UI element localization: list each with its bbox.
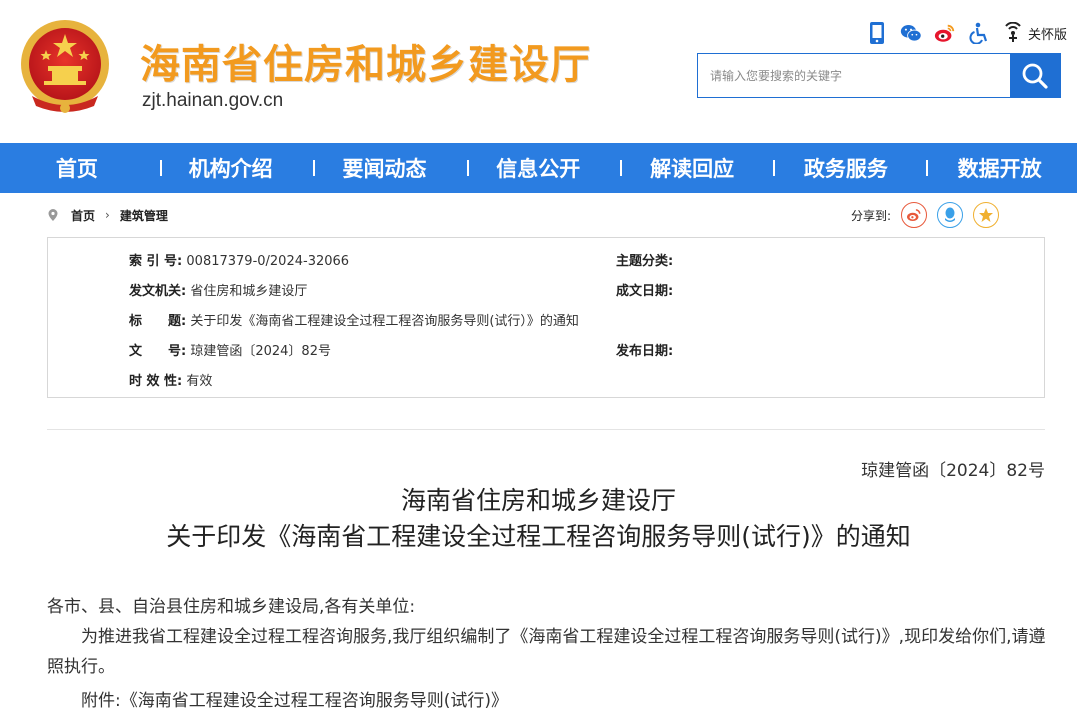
meta-publish-label: 发布日期:	[616, 344, 674, 359]
nav-divider	[620, 160, 622, 176]
accessibility-icon[interactable]	[968, 21, 990, 45]
document-paragraph: 为推进我省工程建设全过程工程咨询服务,我厅组织编制了《海南省工程建设全过程工程咨…	[47, 627, 1046, 677]
meta-docno-value: 琼建管函〔2024〕82号	[190, 344, 331, 359]
breadcrumb-current[interactable]: 建筑管理	[120, 207, 168, 224]
meta-title: 标 题: 关于印发《海南省工程建设全过程工程咨询服务导则(试行）》的通知	[129, 310, 579, 330]
document-attachment-link[interactable]: 附件:《海南省工程建设全过程工程咨询服务导则(试行)》	[47, 686, 1047, 716]
share-weibo-button[interactable]	[901, 202, 928, 228]
meta-validity: 时 效 性: 有效	[129, 370, 212, 390]
meta-index-value: 00817379-0/2024-32066	[186, 254, 350, 269]
breadcrumb: 首页 › 建筑管理	[47, 205, 168, 225]
nav-item-about[interactable]: 机构介绍	[154, 153, 308, 183]
search-box	[697, 53, 1061, 98]
qzone-icon	[979, 208, 994, 222]
header-tools: 关怀版	[866, 20, 1067, 46]
site-title[interactable]: 海南省住房和城乡建设厅	[140, 32, 591, 90]
document-number: 琼建管函〔2024〕82号	[861, 461, 1045, 481]
meta-validity-value: 有效	[186, 374, 213, 389]
meta-topic: 主题分类:	[616, 250, 673, 270]
meta-issuer: 发文机关: 省住房和城乡建设厅	[129, 280, 307, 300]
nav-item-interpretation[interactable]: 解读回应	[615, 153, 769, 183]
nav-item-disclosure[interactable]: 信息公开	[461, 153, 615, 183]
meta-title-label: 标 题:	[129, 314, 187, 329]
nav-divider	[926, 160, 928, 176]
document-metadata: 索 引 号: 00817379-0/2024-32066 主题分类: 发文机关:…	[47, 237, 1045, 398]
meta-date-formed-label: 成文日期:	[616, 284, 674, 299]
weibo-icon[interactable]	[934, 21, 956, 45]
site-header: 海南省住房和城乡建设厅 zjt.hainan.gov.cn 关怀版	[0, 0, 1077, 143]
qq-icon	[945, 207, 956, 222]
nav-item-news[interactable]: 要闻动态	[308, 153, 462, 183]
nav-divider	[773, 160, 775, 176]
breadcrumb-home[interactable]: 首页	[71, 207, 95, 224]
meta-issuer-value: 省住房和城乡建设厅	[190, 284, 308, 299]
nav-divider	[313, 160, 315, 176]
document-title-issuer: 海南省住房和城乡建设厅	[400, 486, 676, 515]
share-label: 分享到:	[851, 208, 892, 223]
meta-issuer-label: 发文机关:	[129, 284, 187, 299]
meta-docno: 文 号: 琼建管函〔2024〕82号	[129, 340, 331, 360]
meta-index: 索 引 号: 00817379-0/2024-32066	[129, 250, 349, 270]
search-button[interactable]	[1010, 54, 1060, 97]
care-mode-label[interactable]: 关怀版	[1028, 24, 1067, 43]
document-title: 关于印发《海南省工程建设全过程工程咨询服务导则(试行)》的通知	[166, 522, 911, 551]
search-icon	[1022, 63, 1048, 89]
nav-divider	[160, 160, 162, 176]
share-bar: 分享到:	[851, 200, 1000, 230]
weibo-icon	[907, 209, 921, 222]
mobile-icon[interactable]	[866, 21, 888, 45]
nav-item-home[interactable]: 首页	[0, 153, 154, 183]
content-divider	[47, 429, 1045, 430]
meta-title-value: 关于印发《海南省工程建设全过程工程咨询服务导则(试行）》的通知	[190, 314, 579, 329]
meta-index-label: 索 引 号:	[129, 254, 183, 269]
location-pin-icon	[48, 209, 58, 221]
nav-divider	[467, 160, 469, 176]
meta-validity-label: 时 效 性:	[129, 374, 183, 389]
meta-topic-label: 主题分类:	[616, 254, 674, 269]
nav-item-services[interactable]: 政务服务	[769, 153, 923, 183]
meta-date-formed: 成文日期:	[616, 280, 673, 300]
nav-item-data[interactable]: 数据开放	[923, 153, 1077, 183]
wechat-icon[interactable]	[900, 21, 922, 45]
meta-docno-label: 文 号:	[129, 344, 187, 359]
share-qzone-button[interactable]	[973, 202, 1000, 228]
share-qq-button[interactable]	[937, 202, 964, 228]
national-emblem-icon[interactable]	[18, 18, 112, 118]
breadcrumb-separator: ›	[105, 208, 110, 222]
document-salutation: 各市、县、自治县住房和城乡建设局,各有关单位:	[47, 597, 416, 617]
site-domain: zjt.hainan.gov.cn	[142, 90, 284, 111]
meta-publish-date: 发布日期:	[616, 340, 673, 360]
search-input[interactable]	[698, 54, 1010, 97]
care-mode-icon[interactable]	[1002, 21, 1024, 45]
